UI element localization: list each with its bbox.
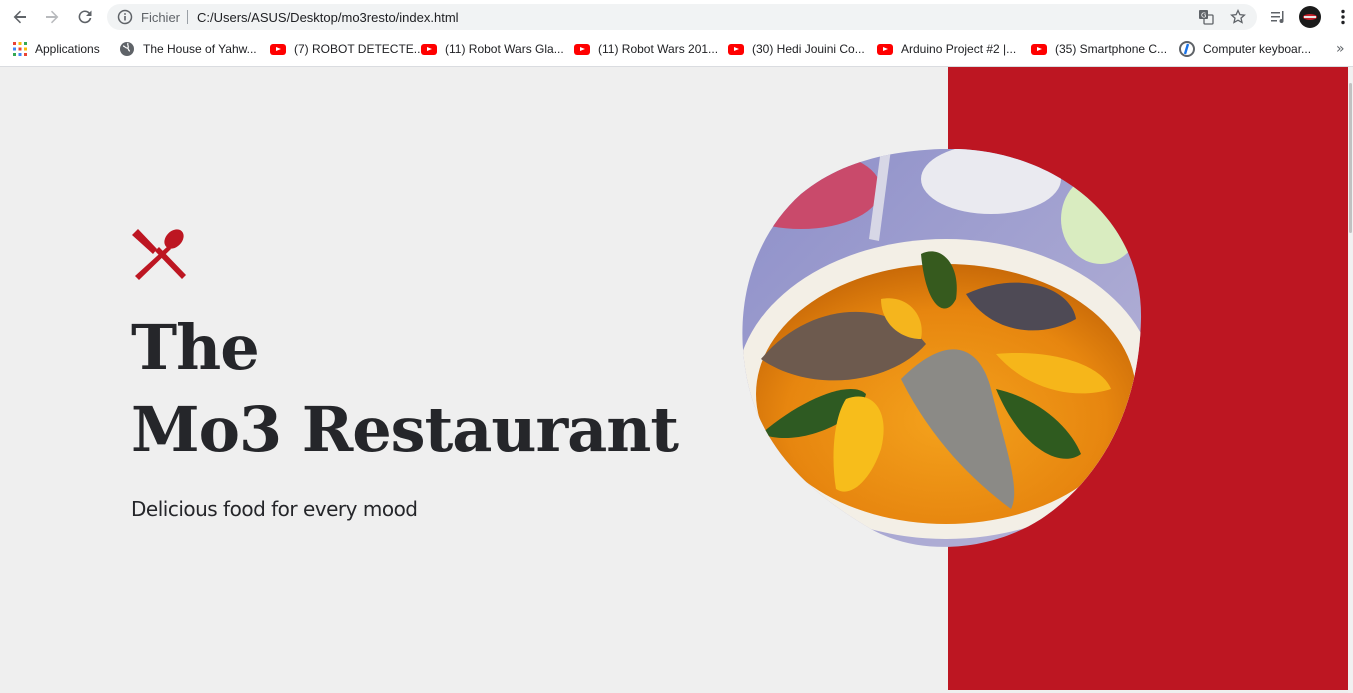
bookmark-label: The House of Yahw... bbox=[143, 42, 257, 56]
page-viewport: The Mo3 Restaurant Delicious food for ev… bbox=[0, 67, 1353, 693]
title-line-1: The bbox=[131, 311, 260, 384]
back-arrow-icon bbox=[13, 10, 26, 24]
page-title: The Mo3 Restaurant bbox=[131, 307, 679, 471]
youtube-icon bbox=[877, 43, 893, 55]
bookmark-star-button[interactable] bbox=[1229, 8, 1247, 26]
apps-grid-icon bbox=[13, 42, 27, 56]
bookmark-label: Applications bbox=[35, 42, 100, 56]
forward-button[interactable] bbox=[40, 5, 64, 29]
forward-arrow-icon bbox=[46, 10, 59, 24]
youtube-icon bbox=[728, 43, 744, 55]
browser-menu-button[interactable] bbox=[1332, 6, 1353, 28]
star-icon bbox=[1230, 9, 1246, 24]
title-line-2: Mo3 Restaurant bbox=[131, 393, 679, 466]
bookmarks-bar: Applications The House of Yahw... (7) RO… bbox=[0, 34, 1353, 65]
media-control-button[interactable] bbox=[1267, 6, 1289, 28]
profile-avatar[interactable] bbox=[1299, 6, 1321, 28]
scrollbar-thumb[interactable] bbox=[1349, 83, 1352, 233]
translate-icon: G bbox=[1199, 10, 1214, 25]
bookmark-label: (7) ROBOT DETECTE... bbox=[294, 42, 424, 56]
bookmark-smartphone[interactable]: (35) Smartphone C... bbox=[1031, 40, 1167, 58]
bookmark-label: (30) Hedi Jouini Co... bbox=[752, 42, 865, 56]
overflow-chevron-icon: » bbox=[1336, 41, 1345, 57]
scheme-label: Fichier bbox=[141, 10, 181, 25]
page-scrollbar[interactable] bbox=[1348, 67, 1353, 693]
bookmarks-overflow-button[interactable]: » bbox=[1336, 40, 1345, 58]
bookmark-label: Arduino Project #2 |... bbox=[901, 42, 1017, 56]
site-icon bbox=[1179, 41, 1195, 57]
bookmark-robot-wars-gla[interactable]: (11) Robot Wars Gla... bbox=[421, 40, 564, 58]
bookmark-hedi-jouini[interactable]: (30) Hedi Jouini Co... bbox=[728, 40, 865, 58]
tagline: Delicious food for every mood bbox=[131, 497, 418, 521]
reload-icon bbox=[78, 10, 92, 24]
youtube-icon bbox=[270, 43, 286, 55]
back-button[interactable] bbox=[8, 5, 32, 29]
couscous-fish-dish-image bbox=[742, 149, 1142, 547]
playlist-icon bbox=[1271, 11, 1284, 23]
bookmark-label: (11) Robot Wars 201... bbox=[598, 42, 719, 56]
bookmark-label: Computer keyboar... bbox=[1203, 42, 1312, 56]
fork-spoon-icon bbox=[132, 229, 186, 280]
bookmark-label: (35) Smartphone C... bbox=[1055, 42, 1168, 56]
bookmark-robot-wars-201[interactable]: (11) Robot Wars 201... bbox=[574, 40, 718, 58]
youtube-icon bbox=[1031, 43, 1047, 55]
youtube-icon bbox=[421, 43, 437, 55]
url-text[interactable]: C:/Users/ASUS/Desktop/mo3resto/index.htm… bbox=[197, 10, 459, 25]
globe-icon bbox=[120, 42, 134, 56]
avatar-icon bbox=[1299, 6, 1321, 28]
bookmark-house-of-yahweh[interactable]: The House of Yahw... bbox=[119, 40, 257, 58]
bookmark-computer-keyboard[interactable]: Computer keyboar... bbox=[1179, 40, 1311, 58]
bookmark-label: (11) Robot Wars Gla... bbox=[445, 42, 564, 56]
browser-toolbar: Fichier C:/Users/ASUS/Desktop/mo3resto/i… bbox=[0, 0, 1353, 34]
scheme-divider bbox=[187, 10, 188, 24]
info-icon[interactable] bbox=[117, 9, 133, 25]
bookmark-robot-detecte[interactable]: (7) ROBOT DETECTE... bbox=[270, 40, 424, 58]
bookmark-arduino-project[interactable]: Arduino Project #2 |... bbox=[877, 40, 1016, 58]
svg-text:G: G bbox=[1201, 12, 1206, 20]
kebab-menu-icon bbox=[1341, 9, 1345, 25]
translate-button[interactable]: G bbox=[1197, 8, 1215, 26]
bookmark-applications[interactable]: Applications bbox=[13, 40, 100, 58]
youtube-icon bbox=[574, 43, 590, 55]
reload-button[interactable] bbox=[73, 5, 97, 29]
address-bar[interactable]: Fichier C:/Users/ASUS/Desktop/mo3resto/i… bbox=[107, 4, 1257, 30]
